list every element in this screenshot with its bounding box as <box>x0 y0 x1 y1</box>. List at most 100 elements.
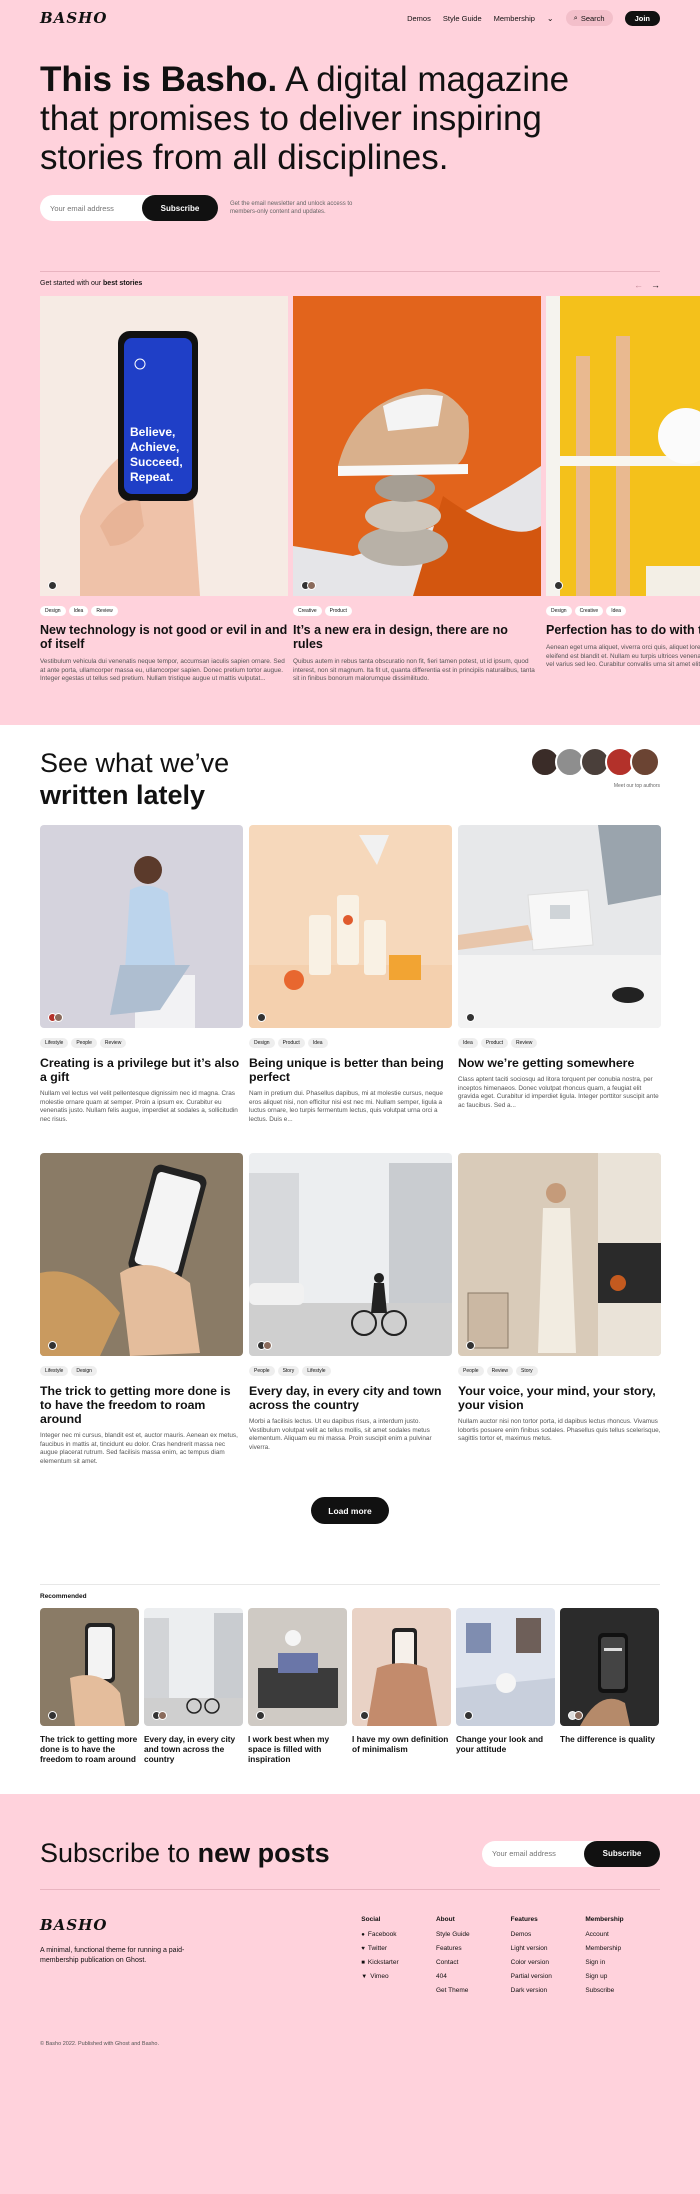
post-card[interactable]: Lifestyle People Review Creating is a pr… <box>40 825 243 1143</box>
post-image[interactable] <box>40 825 243 1028</box>
tag[interactable]: Design <box>546 606 572 616</box>
tag[interactable]: Idea <box>606 606 626 616</box>
recommended-card[interactable]: Change your look and your attitude <box>456 1608 555 1764</box>
footer-link-twitter[interactable]: ♥ Twitter <box>361 1945 436 1952</box>
footer-logo[interactable]: BASHO <box>40 1916 361 1934</box>
post-card[interactable]: Lifestyle Design The trick to getting mo… <box>40 1153 243 1471</box>
author-avatar[interactable] <box>48 1711 57 1720</box>
recommended-title[interactable]: The trick to getting more done is to hav… <box>40 1734 139 1764</box>
post-card[interactable]: People Story Lifestyle Every day, in eve… <box>249 1153 452 1471</box>
post-title[interactable]: Your voice, your mind, your story, your … <box>458 1384 661 1412</box>
post-image[interactable] <box>40 1153 243 1356</box>
tag[interactable]: Design <box>71 1366 97 1376</box>
recommended-title[interactable]: I have my own definition of minimalism <box>352 1734 451 1754</box>
chevron-down-icon[interactable]: ⌄ <box>547 14 554 23</box>
footer-email-input[interactable] <box>482 1849 582 1858</box>
footer-link[interactable]: Partial version <box>511 1973 586 1980</box>
author-avatar[interactable] <box>256 1711 265 1720</box>
footer-link[interactable]: Contact <box>436 1959 511 1966</box>
author-avatar[interactable] <box>257 1013 266 1022</box>
post-title[interactable]: Being unique is better than being perfec… <box>249 1056 452 1084</box>
author-avatar[interactable] <box>464 1711 473 1720</box>
author-avatar[interactable] <box>307 581 316 590</box>
tag[interactable]: People <box>71 1038 97 1048</box>
tag[interactable]: Design <box>40 606 66 616</box>
post-card[interactable]: Idea Product Review Now we’re getting so… <box>458 825 661 1143</box>
best-card[interactable]: Believe, Achieve, Succeed, Repeat. Desig… <box>40 296 288 706</box>
footer-link[interactable]: 404 <box>436 1973 511 1980</box>
recommended-image[interactable] <box>40 1608 139 1726</box>
author-avatar[interactable] <box>263 1341 272 1350</box>
footer-link[interactable]: Sign in <box>585 1959 660 1966</box>
author-avatar[interactable] <box>554 581 563 590</box>
post-image[interactable] <box>458 1153 661 1356</box>
footer-link[interactable]: Color version <box>511 1959 586 1966</box>
avatar[interactable] <box>630 747 660 777</box>
site-logo[interactable]: BASHO <box>40 9 107 27</box>
authors-note[interactable]: Meet our top authors <box>614 783 660 789</box>
best-card-title[interactable]: It’s a new era in design, there are no r… <box>293 623 541 651</box>
footer-link[interactable]: Features <box>436 1945 511 1952</box>
tag[interactable]: Idea <box>458 1038 478 1048</box>
tag[interactable]: Review <box>99 1038 127 1048</box>
post-title[interactable]: Every day, in every city and town across… <box>249 1384 452 1412</box>
footer-link[interactable]: Account <box>585 1931 660 1938</box>
tag[interactable]: Design <box>249 1038 275 1048</box>
best-card-title[interactable]: Perfection has to do with the end produc… <box>546 623 700 637</box>
footer-link-kickstarter[interactable]: ■ Kickstarter <box>361 1959 436 1966</box>
tag[interactable]: Story <box>515 1366 538 1376</box>
recommended-image[interactable] <box>560 1608 659 1726</box>
footer-link-facebook[interactable]: ● Facebook <box>361 1931 436 1938</box>
post-card[interactable]: People Review Story Your voice, your min… <box>458 1153 661 1471</box>
tag[interactable]: Review <box>91 606 118 616</box>
nav-style-guide[interactable]: Style Guide <box>443 14 482 23</box>
best-card-image[interactable]: Believe, Achieve, Succeed, Repeat. <box>40 296 288 596</box>
recommended-title[interactable]: Every day, in every city and town across… <box>144 1734 243 1764</box>
footer-link[interactable]: Subscribe <box>585 1987 660 1994</box>
footer-link[interactable]: Sign up <box>585 1973 660 1980</box>
recommended-card[interactable]: The difference is quality <box>560 1608 659 1764</box>
hero-email-input[interactable] <box>40 203 140 213</box>
recommended-card[interactable]: The trick to getting more done is to hav… <box>40 1608 139 1764</box>
best-card[interactable]: Design Creative Idea Perfection has to d… <box>546 296 700 706</box>
recommended-image[interactable] <box>352 1608 451 1726</box>
hero-subscribe-button[interactable]: Subscribe <box>142 195 218 221</box>
post-image[interactable] <box>458 825 661 1028</box>
recommended-image[interactable] <box>144 1608 243 1726</box>
recommended-image[interactable] <box>456 1608 555 1726</box>
tag[interactable]: Product <box>277 1038 305 1048</box>
tag[interactable]: Idea <box>307 1038 328 1048</box>
recommended-title[interactable]: I work best when my space is filled with… <box>248 1734 347 1764</box>
tag[interactable]: Idea <box>68 606 89 616</box>
footer-link[interactable]: Get Theme <box>436 1987 511 1994</box>
tag[interactable]: Lifestyle <box>40 1366 69 1376</box>
footer-link-vimeo[interactable]: ▼ Vimeo <box>361 1973 436 1980</box>
best-card-image[interactable] <box>546 296 700 596</box>
footer-link[interactable]: Dark version <box>511 1987 586 1994</box>
post-title[interactable]: The trick to getting more done is to hav… <box>40 1384 243 1426</box>
best-card[interactable]: Creative Product It’s a new era in desig… <box>293 296 541 706</box>
post-title[interactable]: Now we’re getting somewhere <box>458 1056 661 1070</box>
post-image[interactable] <box>249 1153 452 1356</box>
recommended-title[interactable]: The difference is quality <box>560 1734 659 1744</box>
search-button[interactable]: ⌕ Search <box>565 10 613 26</box>
post-title[interactable]: Creating is a privilege but it’s also a … <box>40 1056 243 1084</box>
tag[interactable]: Creative <box>293 606 322 616</box>
tag[interactable]: Product <box>480 1038 508 1048</box>
footer-link[interactable]: Demos <box>511 1931 586 1938</box>
author-avatar[interactable] <box>48 1341 57 1350</box>
tag[interactable]: Review <box>510 1038 538 1048</box>
tag[interactable]: Product <box>324 606 352 616</box>
footer-link[interactable]: Light version <box>511 1945 586 1952</box>
post-image[interactable] <box>249 825 452 1028</box>
tag[interactable]: Review <box>486 1366 513 1376</box>
recommended-card[interactable]: I have my own definition of minimalism <box>352 1608 451 1764</box>
best-card-title[interactable]: New technology is not good or evil in an… <box>40 623 288 651</box>
tag[interactable]: Lifestyle <box>40 1038 69 1048</box>
footer-link[interactable]: Membership <box>585 1945 660 1952</box>
author-avatar[interactable] <box>360 1711 369 1720</box>
post-card[interactable]: Design Product Idea Being unique is bett… <box>249 825 452 1143</box>
author-avatar[interactable] <box>466 1013 475 1022</box>
recommended-image[interactable] <box>248 1608 347 1726</box>
tag[interactable]: Creative <box>574 606 604 616</box>
